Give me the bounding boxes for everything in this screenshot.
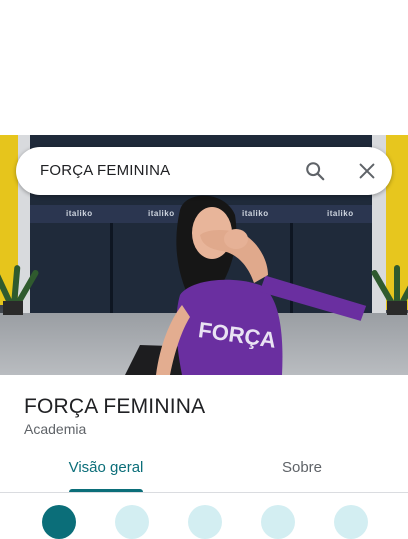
place-category: Academia: [24, 421, 87, 437]
tab-selected-indicator: [69, 489, 143, 492]
top-blank-area: [0, 0, 408, 135]
search-bar[interactable]: FORÇA FEMININA: [16, 147, 392, 195]
tab-overview[interactable]: Visão geral: [44, 448, 168, 492]
tab-about[interactable]: Sobre: [240, 448, 364, 492]
tab-bar: Visão geral Sobre: [0, 448, 408, 493]
share-icon[interactable]: [334, 505, 368, 539]
nearby-icon[interactable]: [188, 505, 222, 539]
search-icon[interactable]: [304, 160, 326, 182]
send-to-phone-icon[interactable]: [261, 505, 295, 539]
directions-icon[interactable]: [42, 505, 76, 539]
place-title: FORÇA FEMININA: [24, 395, 206, 418]
save-icon[interactable]: [115, 505, 149, 539]
close-icon[interactable]: [356, 160, 378, 182]
search-input[interactable]: FORÇA FEMININA: [40, 162, 170, 179]
